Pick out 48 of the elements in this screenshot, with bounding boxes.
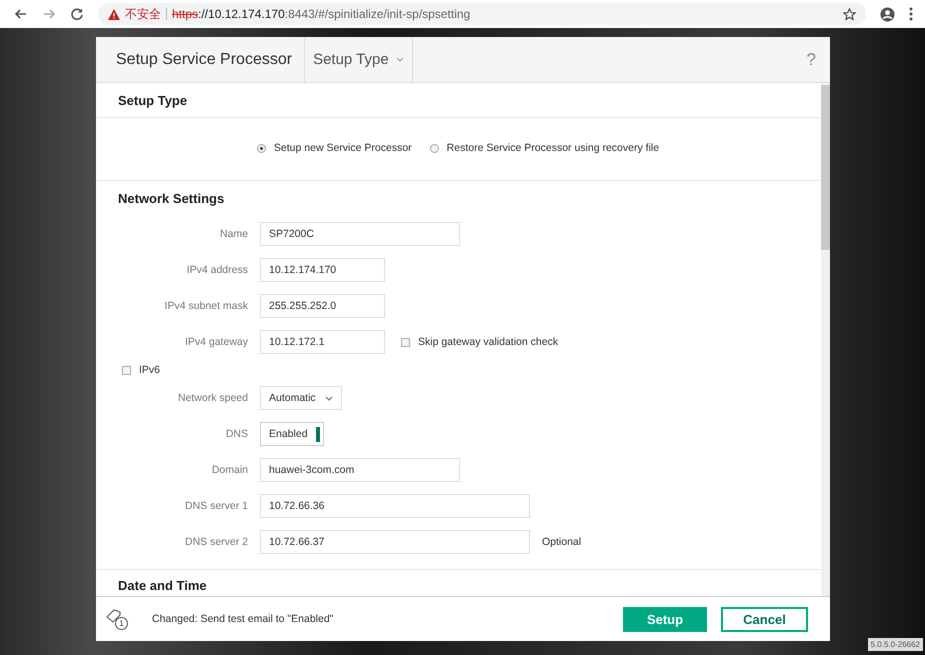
- input-field[interactable]: 10.72.66.36: [260, 494, 530, 518]
- tag-icon: [106, 608, 122, 624]
- dialog-title: Setup Service Processor: [96, 37, 306, 82]
- input-field[interactable]: 10.12.172.1: [260, 330, 385, 354]
- menu-icon[interactable]: [909, 7, 913, 21]
- status-message: Changed: Send test email to "Enabled": [152, 613, 334, 625]
- cancel-button[interactable]: Cancel: [721, 606, 808, 632]
- radio-option[interactable]: Setup new Service Processor: [256, 142, 412, 154]
- radio-button[interactable]: [430, 144, 439, 152]
- field-label: Network speed: [176, 392, 248, 404]
- section-heading: Setup Type: [118, 92, 188, 110]
- field-label: IPv4 subnet mask: [164, 300, 248, 312]
- checkbox-option[interactable]: IPv6: [122, 364, 160, 376]
- select-field[interactable]: Automatic: [260, 386, 342, 410]
- change-count: 1: [115, 617, 128, 630]
- version-label: 5.0.5.0-26662: [868, 638, 923, 651]
- input-field[interactable]: 10.72.66.37: [260, 530, 530, 554]
- field-label: IPv4 gateway: [184, 336, 248, 348]
- chevron-icon: [396, 57, 404, 62]
- hint-text: Optional: [542, 536, 582, 548]
- field-label: DNS server 1: [184, 500, 248, 512]
- url-text: https://10.12.174.170:8443/#/spinitialize/init-sp/spsetting: [172, 7, 470, 21]
- field-label: IPv4 address: [186, 264, 248, 276]
- back-icon[interactable]: [14, 7, 28, 21]
- section-heading: Network Settings: [118, 190, 226, 208]
- scrollbar[interactable]: [821, 83, 830, 596]
- security-label: 不安全: [125, 6, 161, 22]
- warning-icon: [108, 8, 120, 20]
- field-label: DNS: [224, 428, 248, 440]
- input-field[interactable]: 255.255.252.0: [260, 294, 385, 318]
- section-menu[interactable]: Setup Type: [305, 37, 413, 82]
- field-label: Name: [218, 228, 248, 240]
- changes-badge[interactable]: 1: [106, 608, 128, 630]
- star-icon[interactable]: [843, 8, 856, 20]
- radio-option[interactable]: Restore Service Processor using recovery file: [430, 142, 660, 154]
- checkbox-option[interactable]: Skip gateway validation check: [401, 336, 558, 348]
- address-bar[interactable]: 不安全 https://10.12.174.170:8443/#/spinitialize/init-sp/spsetting: [98, 3, 866, 25]
- chevron-icon: [325, 396, 333, 400]
- radio-button[interactable]: [256, 144, 266, 152]
- input-field[interactable]: SP7200C: [260, 222, 460, 246]
- reload-icon[interactable]: [70, 7, 84, 21]
- toggle-switch[interactable]: Enabled: [260, 422, 324, 446]
- field-label: Domain: [210, 464, 248, 476]
- input-field[interactable]: huawei-3com.com: [260, 458, 460, 482]
- account-icon[interactable]: [880, 6, 895, 22]
- field-label: DNS server 2: [184, 536, 248, 548]
- input-field[interactable]: 10.12.174.170: [260, 258, 385, 282]
- section-heading: Date and Time: [118, 577, 208, 595]
